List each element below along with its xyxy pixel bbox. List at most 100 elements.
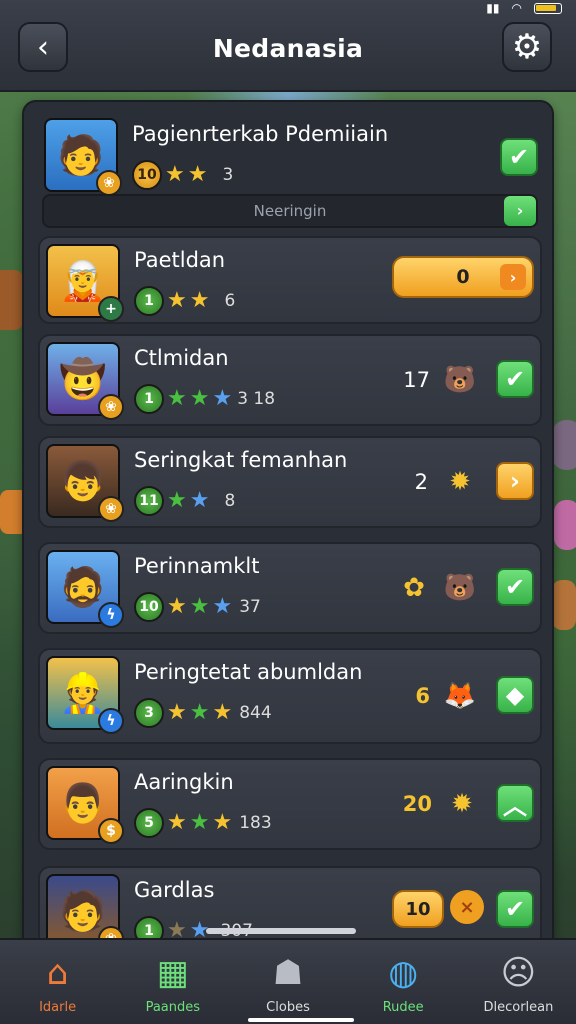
coin-badge-icon: ❀ — [98, 394, 124, 420]
status-bar: ▮▮ ◠ — [486, 0, 562, 16]
list-item[interactable]: 👷 ϟ Peringtetat abumldan 3 ★ ★ ★ 844 6 🦊… — [38, 648, 542, 744]
row-value: 183 — [239, 813, 272, 833]
sun-medal-icon: ✹ — [449, 467, 471, 497]
list-item[interactable]: 👨 $ Aaringkin 5 ★ ★ ★ 183 20 ✹ ︿ — [38, 758, 542, 850]
avatar: 🧝 + — [46, 244, 124, 322]
settings-button[interactable]: ⚙ — [502, 22, 552, 72]
star-icon: ★ — [189, 594, 210, 619]
list-item[interactable]: 🤠 ❀ Ctlmidan 1 ★ ★ ★ 3 18 17 🐻 ✔ — [38, 334, 542, 426]
complete-button[interactable]: ✔ — [496, 360, 534, 398]
gear-medal-icon: ✹ — [451, 789, 473, 819]
complete-button[interactable]: ✔ — [500, 138, 538, 176]
avatar: 🤠 ❀ — [46, 342, 124, 420]
row-name: Ctlmidan — [134, 346, 229, 370]
row-meta: 11 ★ ★ 8 — [134, 486, 235, 516]
reward-count: 20 — [402, 792, 432, 816]
collect-button-value: 0 — [456, 266, 470, 288]
list-item[interactable]: 🧝 + Paetldan 1 ★ ★ 6 0 › — [38, 236, 542, 324]
barrel-decoration — [0, 270, 24, 330]
star-icon: ★ — [167, 488, 187, 513]
row-meta: 10 ★ ★ ★ 37 — [134, 592, 261, 622]
row-name: Aaringkin — [134, 770, 234, 794]
gear-icon: ⚙ — [511, 27, 543, 67]
row-name: Peringtetat abumldan — [134, 660, 363, 684]
lightning-badge-icon: ϟ — [98, 602, 124, 628]
star-icon: ★ — [167, 288, 187, 313]
pet-reward-icon: 🦊 — [443, 681, 477, 711]
row-value: 3 18 — [237, 389, 276, 409]
row-meta: 3 ★ ★ ★ 844 — [134, 698, 272, 728]
star-icon: ★ — [187, 162, 208, 187]
list-item[interactable]: 👦 ❀ Seringkat femanhan 11 ★ ★ 8 2 ✹ › — [38, 436, 542, 528]
diamond-button[interactable]: ◆ — [496, 676, 534, 714]
star-icon: ★ — [167, 386, 187, 411]
cancel-icon[interactable]: × — [450, 890, 484, 924]
nav-label: Rudee — [382, 1000, 424, 1015]
signal-icon: ▮▮ — [486, 1, 500, 15]
level-badge: 10 — [134, 592, 164, 622]
star-icon: ★ — [167, 810, 187, 835]
diamond-icon: ◆ — [505, 681, 525, 709]
leaderboard-panel: 🧑 ❀ Pagienrterkab Pdemiiain 10 ★ ★ 3 ✔ N… — [22, 100, 554, 952]
star-icon: ★ — [212, 386, 233, 411]
reward-amount-button[interactable]: 10 — [392, 890, 444, 928]
nav-globe[interactable]: ◍ Rudee — [346, 940, 461, 1024]
complete-button[interactable]: ✔ — [496, 890, 534, 928]
battery-icon — [534, 2, 562, 14]
avatar: 👦 ❀ — [46, 444, 124, 522]
chat-icon: ☹ — [500, 953, 537, 993]
character-icon: 👦 — [59, 458, 107, 503]
nav-label: Idarle — [39, 1000, 77, 1015]
reward-count: 6 — [415, 684, 430, 708]
clothes-icon: ☗ — [272, 953, 304, 993]
check-icon: ✔ — [504, 365, 526, 393]
upgrade-button[interactable]: › — [496, 462, 534, 500]
row-name: Gardlas — [134, 878, 215, 902]
reward-amount: 10 — [405, 898, 431, 920]
coin-badge-icon: ❀ — [98, 496, 124, 522]
level-badge: 11 — [134, 486, 164, 516]
row-value: 3 — [222, 165, 234, 185]
check-icon: ✔ — [504, 895, 526, 923]
section-bar-label: Neeringin — [253, 202, 327, 220]
complete-button[interactable]: ✔ — [496, 568, 534, 606]
star-icon: ★ — [212, 810, 233, 835]
row-value: 6 — [224, 291, 236, 311]
level-up-button[interactable]: ︿ — [496, 784, 534, 822]
page-title: Nedanasia — [212, 34, 364, 63]
nav-home[interactable]: ⌂ Idarle — [0, 940, 115, 1024]
flower-reward-icon: ✿ — [403, 573, 425, 603]
plus-badge-icon: + — [98, 296, 124, 322]
nav-chat[interactable]: ☹ Dlecorlean — [461, 940, 576, 1024]
row-meta: 1 ★ ★ 6 — [134, 286, 235, 316]
star-icon: ★ — [189, 288, 210, 313]
row-meta: 5 ★ ★ ★ 183 — [134, 808, 272, 838]
section-bar[interactable]: Neeringin › — [42, 194, 538, 228]
avatar: 🧑 ❀ — [44, 118, 122, 196]
collect-button[interactable]: 0 › — [392, 256, 534, 298]
arrow-right-icon: › — [510, 467, 520, 495]
flower-decoration — [554, 500, 576, 550]
nav-label: Paandes — [145, 1000, 201, 1015]
reward-count: 17 — [403, 368, 430, 392]
chevron-up-icon: ︿ — [503, 791, 527, 820]
row-name: Seringkat femanhan — [134, 448, 348, 472]
nav-label: Dlecorlean — [483, 1000, 554, 1015]
row-value: 37 — [239, 597, 261, 617]
character-icon: 🧑 — [59, 888, 107, 933]
scroll-indicator[interactable] — [206, 928, 356, 934]
level-badge: 10 — [132, 160, 162, 190]
wifi-icon: ◠ — [511, 1, 522, 15]
list-item[interactable]: 🧑 ❀ Pagienrterkab Pdemiiain 10 ★ ★ 3 ✔ — [38, 112, 542, 196]
nav-clothes[interactable]: ☗ Clobes — [230, 940, 345, 1024]
character-icon: 🧑 — [57, 132, 105, 177]
arrow-right-icon[interactable]: › — [504, 196, 536, 226]
star-icon: ★ — [212, 700, 233, 725]
list-item[interactable]: 🧔 ϟ Perinnamklt 10 ★ ★ ★ 37 ✿ 🐻 ✔ — [38, 542, 542, 634]
nav-shop[interactable]: ▦ Paandes — [115, 940, 230, 1024]
star-icon: ★ — [167, 700, 187, 725]
star-icon: ★ — [189, 386, 210, 411]
top-header: ▮▮ ◠ ‹ Nedanasia ⚙ — [0, 0, 576, 92]
character-icon: 👷 — [59, 670, 107, 715]
level-badge: 3 — [134, 698, 164, 728]
